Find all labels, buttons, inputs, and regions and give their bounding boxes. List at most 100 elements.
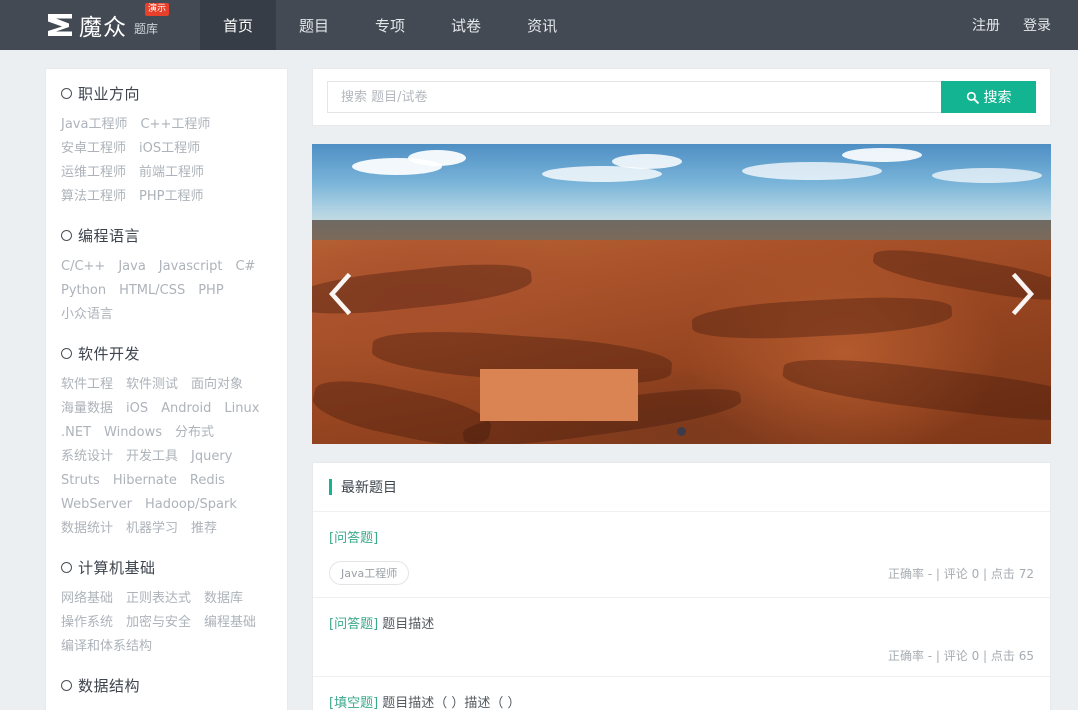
tag-link[interactable]: Windows <box>104 423 162 442</box>
tag-link[interactable]: Java <box>118 257 145 276</box>
tag-link[interactable]: 前端工程师 <box>139 163 204 182</box>
tag-link[interactable]: HTML/CSS <box>119 281 185 300</box>
tag-link[interactable]: 系统设计 <box>61 447 113 466</box>
sidebar-section-label: 软件开发 <box>78 345 141 363</box>
tag-link[interactable]: Hibernate <box>113 471 177 490</box>
tag-link[interactable]: 网络基础 <box>61 589 113 608</box>
login-link[interactable]: 登录 <box>1023 15 1051 35</box>
tag-link[interactable]: Jquery <box>191 447 232 466</box>
tag-link[interactable]: 运维工程师 <box>61 163 126 182</box>
search-input[interactable] <box>327 81 941 113</box>
tag-link[interactable]: .NET <box>61 423 91 442</box>
rock-shape <box>691 293 953 343</box>
tag-link[interactable]: 操作系统 <box>61 613 113 632</box>
category-card: 职业方向 Java工程师 C++工程师 安卓工程师 iOS工程师 运维工程师 前… <box>45 68 288 710</box>
tag-link[interactable]: 正则表达式 <box>126 589 191 608</box>
question-link[interactable]: [问答题] 题目描述 <box>329 615 434 634</box>
tag-link[interactable]: Java工程师 <box>61 115 127 134</box>
tag-link[interactable]: iOS <box>126 399 148 418</box>
tag-link[interactable]: PHP <box>198 281 223 300</box>
tag-link[interactable]: 海量数据 <box>61 399 113 418</box>
cloud-shape <box>932 168 1042 183</box>
tag-link[interactable]: 推荐 <box>191 519 217 538</box>
tag-link[interactable]: 数据统计 <box>61 519 113 538</box>
tag-link[interactable]: Hadoop/Spark <box>145 495 237 514</box>
sidebar-section-title: 计算机基础 <box>61 557 272 578</box>
tag-link[interactable]: C# <box>235 257 255 276</box>
question-type: [问答题] <box>329 531 379 546</box>
tag-link[interactable]: 数据库 <box>204 589 243 608</box>
tag-link[interactable]: 面向对象 <box>191 375 243 394</box>
nav-item-news[interactable]: 资讯 <box>504 0 580 50</box>
tag-link[interactable]: 软件测试 <box>126 375 178 394</box>
list-item-meta: 正确率 - | 评论 0 | 点击 65 <box>329 634 1034 676</box>
tag-link[interactable]: Python <box>61 281 106 300</box>
section-title: 最新题目 <box>341 480 397 496</box>
tag-link[interactable]: WebServer <box>61 495 132 514</box>
main-nav: 首页 题目 专项 试卷 资讯 <box>200 0 580 50</box>
question-link[interactable]: [填空题] 题目描述（ ）描述（ ） <box>329 694 521 710</box>
question-type: [填空题] <box>329 696 379 710</box>
search-button[interactable]: 搜索 <box>941 81 1036 113</box>
question-type: [问答题] <box>329 617 379 632</box>
circle-icon <box>61 680 72 691</box>
tag-list: C/C++ Java Javascript C# Python HTML/CSS… <box>61 257 272 324</box>
cloud-shape <box>742 162 882 180</box>
tag-link[interactable]: Android <box>161 399 211 418</box>
register-link[interactable]: 注册 <box>972 15 1000 35</box>
banner-carousel[interactable] <box>312 144 1051 444</box>
tag-link[interactable]: Linux <box>224 399 259 418</box>
sidebar-section-title: 职业方向 <box>61 83 272 104</box>
tag-link[interactable]: 机器学习 <box>126 519 178 538</box>
chevron-left-icon[interactable] <box>326 271 356 317</box>
tag-link[interactable]: 分布式 <box>175 423 214 442</box>
list-item-meta: Java工程师 正确率 - | 评论 0 | 点击 72 <box>329 548 1034 597</box>
nav-item-home[interactable]: 首页 <box>200 0 277 50</box>
tag-link[interactable]: PHP工程师 <box>139 187 203 206</box>
sidebar-section-label: 职业方向 <box>78 85 141 103</box>
question-link[interactable]: [问答题] <box>329 529 378 548</box>
brand-mark-icon <box>48 14 72 36</box>
question-tag[interactable]: Java工程师 <box>329 561 410 585</box>
tag-link[interactable]: 编程基础 <box>204 613 256 632</box>
sidebar-section-label: 计算机基础 <box>78 559 156 577</box>
demo-badge: 演示 <box>145 3 170 16</box>
chevron-right-icon[interactable] <box>1007 271 1037 317</box>
tag-link[interactable]: 小众语言 <box>61 305 113 324</box>
tag-link[interactable]: 编译和体系结构 <box>61 637 152 656</box>
tag-link[interactable]: Struts <box>61 471 100 490</box>
tag-link[interactable]: 软件工程 <box>61 375 113 394</box>
logo[interactable]: 魔众 题库 演示 <box>0 0 200 50</box>
tag-list: 软件工程 软件测试 面向对象 海量数据 iOS Android Linux .N… <box>61 375 272 538</box>
main-content: 搜索 题目/试卷 搜索 最新题目 [问答题] Java工程师 正确率 - | 评… <box>312 68 1051 710</box>
carousel-dot[interactable] <box>677 427 686 436</box>
sidebar-section-label: 数据结构 <box>78 677 141 695</box>
tag-link[interactable]: Redis <box>190 471 225 490</box>
tag-link[interactable]: C++工程师 <box>140 115 210 134</box>
sidebar-section-title: 软件开发 <box>61 343 272 364</box>
tag-link[interactable]: 算法工程师 <box>61 187 126 206</box>
nav-item-questions[interactable]: 题目 <box>276 0 352 50</box>
tag-link[interactable]: 开发工具 <box>126 447 178 466</box>
banner-mesa <box>312 220 1051 242</box>
tag-link[interactable]: C/C++ <box>61 257 105 276</box>
cloud-shape <box>612 154 682 169</box>
search-bar: 搜索 <box>312 68 1051 126</box>
tag-link[interactable]: iOS工程师 <box>139 139 200 158</box>
tag-link[interactable]: 加密与安全 <box>126 613 191 632</box>
sidebar-section-languages: 编程语言 C/C++ Java Javascript C# Python HTM… <box>61 225 272 324</box>
nav-item-special[interactable]: 专项 <box>352 0 428 50</box>
question-stats: 正确率 - | 评论 0 | 点击 72 <box>887 566 1034 581</box>
carousel-indicators <box>312 427 1051 436</box>
search-button-label: 搜索 <box>983 90 1012 106</box>
rock-shape <box>780 350 1051 430</box>
nav-item-papers[interactable]: 试卷 <box>428 0 504 50</box>
tag-link[interactable]: 安卓工程师 <box>61 139 126 158</box>
circle-icon <box>61 348 72 359</box>
sidebar: 职业方向 Java工程师 C++工程师 安卓工程师 iOS工程师 运维工程师 前… <box>45 68 288 710</box>
cloud-shape <box>408 150 466 166</box>
banner-canyon <box>312 240 1051 444</box>
banner-caption-block <box>480 369 638 421</box>
list-item: [问答题] Java工程师 正确率 - | 评论 0 | 点击 72 <box>313 512 1050 598</box>
tag-link[interactable]: Javascript <box>159 257 223 276</box>
